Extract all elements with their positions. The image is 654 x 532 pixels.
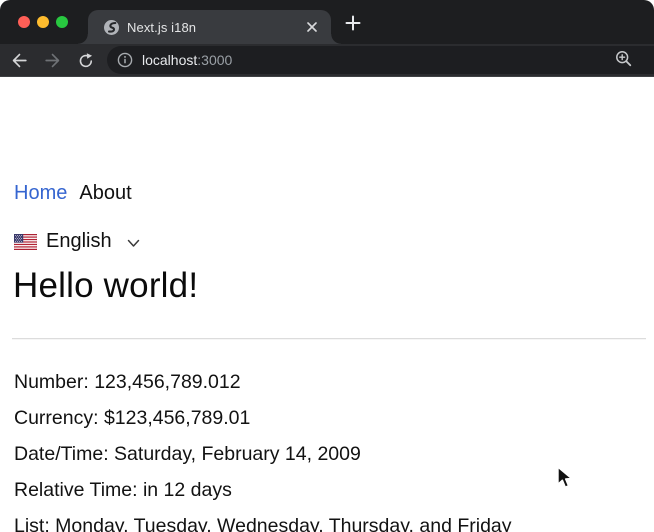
list-line: List: Monday, Tuesday, Wednesday, Thursd… xyxy=(14,515,512,532)
window-close-button[interactable] xyxy=(18,16,30,28)
url-host: localhost xyxy=(142,52,198,68)
back-button[interactable] xyxy=(6,47,33,74)
tab-strip: Next.js i18n xyxy=(0,0,654,44)
page-title: Hello world! xyxy=(13,266,199,305)
reload-icon xyxy=(79,52,92,67)
browser-toolbar: localhost :3000 xyxy=(0,44,654,77)
divider xyxy=(12,338,646,340)
new-tab-button[interactable] xyxy=(340,10,366,36)
nav-link-home[interactable]: Home xyxy=(14,182,67,205)
datetime-line: Date/Time: Saturday, February 14, 2009 xyxy=(14,443,361,465)
window-minimize-button[interactable] xyxy=(37,16,49,28)
globe-favicon-icon xyxy=(104,19,119,35)
locale-label: English xyxy=(46,230,112,252)
reload-button[interactable] xyxy=(72,47,99,74)
forward-button[interactable] xyxy=(39,47,66,74)
browser-window: Next.js i18n localhost:3000 Home About … xyxy=(0,0,654,532)
number-line: Number: 123,456,789.012 xyxy=(14,371,241,393)
address-bar[interactable]: localhost :3000 xyxy=(107,46,654,74)
relative-time-line: Relative Time: in 12 days xyxy=(14,479,232,501)
url-port: :3000 xyxy=(197,52,233,68)
locale-switcher[interactable]: English xyxy=(14,230,140,253)
nav-link-about[interactable]: About xyxy=(79,182,131,205)
plus-icon xyxy=(345,15,361,31)
magnifier-plus-icon[interactable] xyxy=(615,50,632,67)
browser-tab[interactable]: Next.js i18n xyxy=(78,10,341,44)
forward-arrow-icon xyxy=(45,53,60,68)
chevron-down-icon xyxy=(127,239,140,248)
info-icon[interactable] xyxy=(117,52,133,68)
us-flag-icon xyxy=(14,233,37,250)
back-arrow-icon xyxy=(12,53,27,68)
site-nav: Home About xyxy=(14,182,132,205)
page-content: Home About English Hello world! Number: … xyxy=(0,77,654,532)
window-zoom-button[interactable] xyxy=(56,16,68,28)
tab-title: Next.js i18n xyxy=(127,19,197,35)
currency-line: Currency: $123,456,789.01 xyxy=(14,407,251,429)
tab-close-icon[interactable] xyxy=(303,18,321,36)
